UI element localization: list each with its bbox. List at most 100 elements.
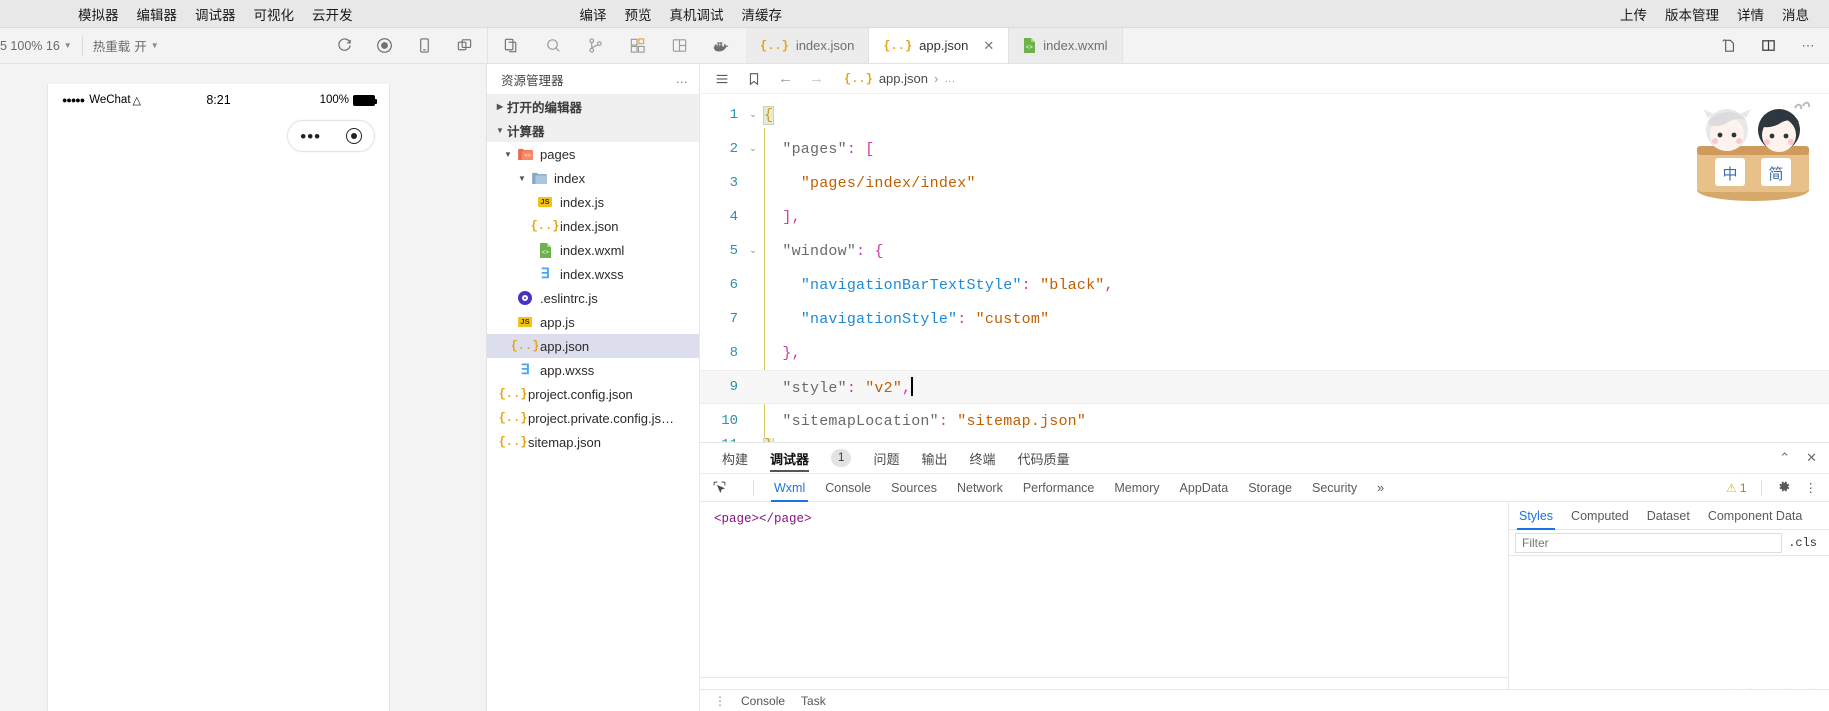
- menu-editor[interactable]: 编辑器: [137, 4, 178, 24]
- back-arrow-icon[interactable]: ←: [778, 70, 793, 87]
- breadcrumb-file[interactable]: app.json: [879, 71, 928, 86]
- device-icon[interactable]: [415, 37, 433, 55]
- editor-tab-app-json[interactable]: {..} app.json ✕: [869, 28, 1010, 63]
- panel-tab-terminal[interactable]: 终端: [969, 443, 995, 474]
- collapse-icon[interactable]: ⌃: [1779, 450, 1790, 466]
- menu-details[interactable]: 详情: [1737, 4, 1764, 24]
- tree-item-eslintrc[interactable]: .eslintrc.js: [487, 286, 699, 310]
- line-number: 7: [729, 311, 738, 327]
- fold-toggle-icon[interactable]: ⌄: [742, 144, 764, 154]
- editor-tab-index-json[interactable]: {..} index.json: [746, 28, 870, 63]
- menu-simulator[interactable]: 模拟器: [78, 4, 119, 24]
- split-editor-icon[interactable]: [1759, 37, 1777, 55]
- styles-tab-component-data[interactable]: Component Data: [1708, 502, 1803, 530]
- bookmark-icon[interactable]: [746, 71, 762, 87]
- search-icon[interactable]: [544, 37, 562, 55]
- explorer-more-icon[interactable]: …: [676, 72, 690, 86]
- wxss-icon: ∃: [520, 362, 530, 378]
- cls-toggle-button[interactable]: .cls: [1782, 536, 1823, 550]
- panel-tab-debugger[interactable]: 调试器: [770, 443, 810, 474]
- menu-cloud-dev[interactable]: 云开发: [312, 4, 353, 24]
- multi-device-icon[interactable]: [455, 37, 473, 55]
- menu-preview[interactable]: 预览: [625, 4, 652, 24]
- menu-real-device-debug[interactable]: 真机调试: [670, 4, 724, 24]
- outline-icon[interactable]: [714, 71, 730, 87]
- devtools-tab-wxml[interactable]: Wxml: [770, 474, 809, 502]
- tree-item-index-json[interactable]: {..} index.json: [487, 214, 699, 238]
- devtools-tab-memory[interactable]: Memory: [1114, 474, 1159, 502]
- wxml-content[interactable]: <page></page>: [700, 502, 1508, 677]
- fold-toggle-icon[interactable]: ⌄: [742, 110, 764, 120]
- devtools-tab-sources[interactable]: Sources: [891, 474, 937, 502]
- panel-tab-output[interactable]: 输出: [921, 443, 947, 474]
- breadcrumb-ellipsis[interactable]: …: [944, 73, 955, 85]
- forward-arrow-icon[interactable]: →: [809, 70, 824, 87]
- capsule-button[interactable]: •••: [287, 120, 375, 152]
- source-control-icon[interactable]: [586, 37, 604, 55]
- panel-tab-build[interactable]: 构建: [722, 443, 748, 474]
- editor-tab-index-wxml[interactable]: <> index.wxml: [1009, 28, 1123, 63]
- section-project-root[interactable]: 计算器: [487, 118, 699, 142]
- tree-item-app-json[interactable]: {..} app.json: [487, 334, 699, 358]
- tree-item-index-wxml[interactable]: <> index.wxml: [487, 238, 699, 262]
- tree-item-index-wxss[interactable]: ∃ index.wxss: [487, 262, 699, 286]
- gear-icon[interactable]: [1776, 479, 1791, 497]
- tree-item-index-folder[interactable]: index: [487, 166, 699, 190]
- menu-version-manage[interactable]: 版本管理: [1665, 4, 1719, 24]
- extensions-icon[interactable]: [628, 37, 646, 55]
- devtools-tab-security[interactable]: Security: [1312, 474, 1357, 502]
- styles-tab-computed[interactable]: Computed: [1571, 502, 1629, 530]
- hot-reload-label: 热重载: [92, 40, 131, 54]
- menu-compile[interactable]: 编译: [580, 4, 607, 24]
- json-icon: {..}: [760, 38, 789, 53]
- fold-toggle-icon[interactable]: ⌄: [742, 246, 764, 256]
- inspect-element-icon[interactable]: [712, 480, 733, 495]
- target-icon[interactable]: [345, 128, 362, 144]
- menu-debugger[interactable]: 调试器: [195, 4, 236, 24]
- close-icon[interactable]: ✕: [1806, 450, 1817, 466]
- refresh-icon[interactable]: [335, 37, 353, 55]
- device-selector[interactable]: 5 100% 16 ▼: [0, 39, 82, 53]
- chevron-down-icon: [501, 150, 515, 159]
- panel-tab-problems[interactable]: 问题: [873, 443, 899, 474]
- devtools-tab-performance[interactable]: Performance: [1023, 474, 1095, 502]
- tree-item-sitemap-json[interactable]: {..} sitemap.json: [487, 430, 699, 454]
- line-number: 3: [729, 175, 738, 191]
- menu-visualize[interactable]: 可视化: [254, 4, 295, 24]
- panel-tab-code-quality[interactable]: 代码质量: [1017, 443, 1069, 474]
- code-editor[interactable]: 中 简 1 ⌄ {2 ⌄ "pages": [3 "pages/index/…: [700, 94, 1829, 442]
- more-vertical-icon[interactable]: ⋮: [1805, 480, 1818, 495]
- record-icon[interactable]: [375, 37, 393, 55]
- tree-item-pages[interactable]: <> pages: [487, 142, 699, 166]
- code-line: 6 "navigationBarTextStyle": "black",: [700, 268, 1829, 302]
- drawer-tab-console[interactable]: Console: [741, 694, 785, 708]
- tree-item-app-wxss[interactable]: ∃ app.wxss: [487, 358, 699, 382]
- menu-upload[interactable]: 上传: [1620, 4, 1647, 24]
- devtools-tab-storage[interactable]: Storage: [1248, 474, 1292, 502]
- devtools-tab-appdata[interactable]: AppData: [1180, 474, 1229, 502]
- tree-item-project-private-config[interactable]: {..} project.private.config.js…: [487, 406, 699, 430]
- tree-item-index-js[interactable]: JS index.js: [487, 190, 699, 214]
- hot-reload-toggle[interactable]: 热重载 开 ▼: [83, 36, 169, 55]
- menu-messages[interactable]: 消息: [1782, 4, 1809, 24]
- devtools-tab-network[interactable]: Network: [957, 474, 1003, 502]
- menu-dots-icon[interactable]: •••: [300, 128, 321, 145]
- drawer-grip-icon[interactable]: ⋮: [714, 694, 726, 708]
- styles-tab-dataset[interactable]: Dataset: [1647, 502, 1690, 530]
- devtools-tab-console[interactable]: Console: [825, 474, 871, 502]
- tree-item-project-config[interactable]: {..} project.config.json: [487, 382, 699, 406]
- menu-clear-cache[interactable]: 清缓存: [742, 4, 783, 24]
- warning-indicator[interactable]: ⚠ 1: [1726, 481, 1746, 495]
- docker-icon[interactable]: [712, 37, 730, 55]
- copy-icon[interactable]: [502, 37, 520, 55]
- layout-icon[interactable]: [670, 37, 688, 55]
- more-icon[interactable]: ⋯: [1799, 37, 1817, 55]
- close-icon[interactable]: ✕: [983, 38, 994, 54]
- devtools-overflow-icon[interactable]: »: [1377, 474, 1384, 502]
- new-file-icon[interactable]: [1719, 37, 1737, 55]
- styles-filter-input[interactable]: [1515, 532, 1783, 553]
- tree-item-app-js[interactable]: JS app.js: [487, 310, 699, 334]
- drawer-tab-task[interactable]: Task: [801, 694, 826, 708]
- styles-tab-styles[interactable]: Styles: [1516, 502, 1556, 530]
- section-open-editors[interactable]: 打开的编辑器: [487, 94, 699, 118]
